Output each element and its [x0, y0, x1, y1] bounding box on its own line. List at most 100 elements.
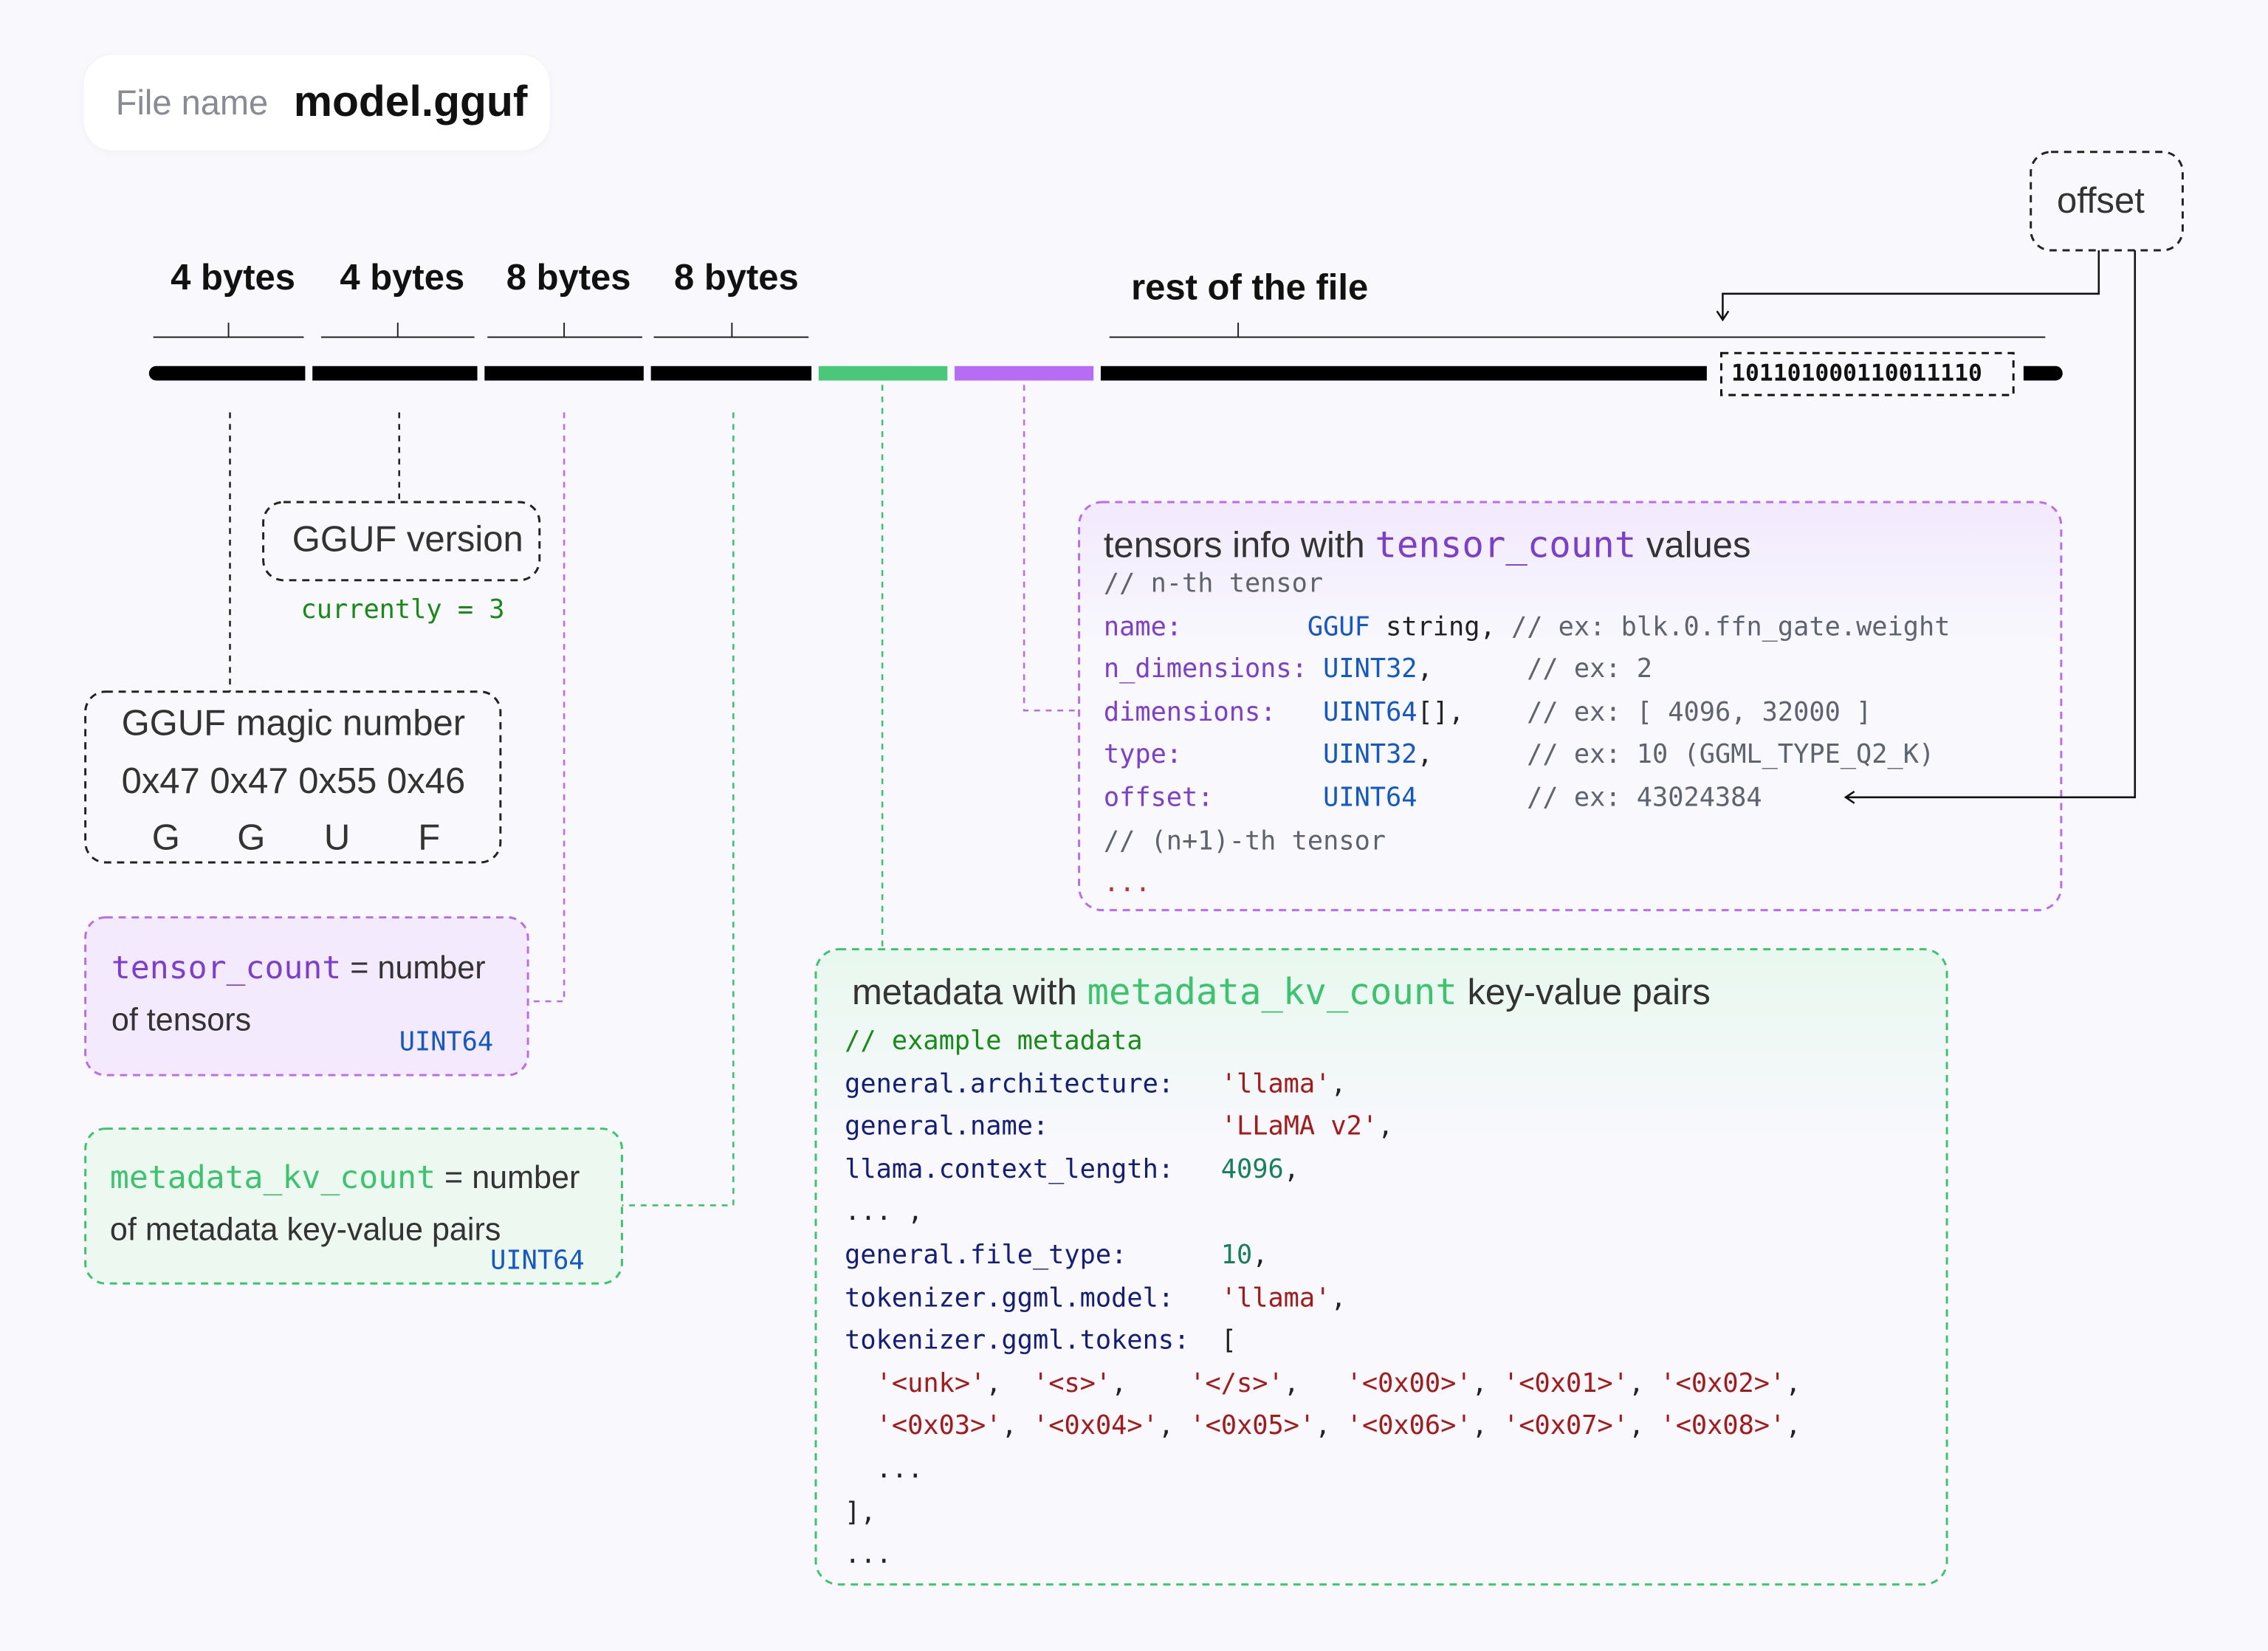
code-token: , [986, 1368, 1033, 1399]
code-token: // example metadata [845, 1026, 1143, 1057]
code-token: GGUF [1307, 611, 1370, 642]
code-token: type: [1103, 740, 1183, 771]
code-line: ... [845, 1449, 1801, 1492]
code-token: // ex: 43024384 [1527, 783, 1762, 814]
code-token: name: [1103, 611, 1183, 642]
code-token: // ex: 10 (GGML_TYPE_Q2_K) [1527, 740, 1935, 771]
code-token: ... [1103, 868, 1151, 899]
code-token: , [1158, 1411, 1190, 1442]
code-line: general.architecture: 'llama', [845, 1063, 1801, 1106]
code-token: '<0x04>' [1033, 1411, 1158, 1442]
tensor-count-eq: = number [350, 949, 486, 986]
magic-letter: U [323, 817, 351, 859]
code-token: '<s>' [1032, 1368, 1112, 1399]
code-token: , [1417, 654, 1528, 685]
tensors-info-title-post: values [1636, 525, 1751, 566]
kv-count-desc: metadata_kv_count = number [110, 1159, 580, 1197]
code-token: , [1283, 1368, 1347, 1399]
code-line: ], [845, 1492, 1801, 1534]
code-token: general.name: [845, 1111, 1049, 1142]
code-token: '<0x00>' [1346, 1368, 1472, 1399]
code-token: , [1785, 1411, 1801, 1442]
tensors-info-title-pre: tensors info with [1103, 525, 1375, 566]
file-name-label: File name [115, 83, 269, 123]
magic-bytes: 0x47 0x47 0x55 0x46 [121, 761, 466, 802]
code-line: '<unk>', '<s>', '</s>', '<0x00>', '<0x01… [845, 1363, 1801, 1406]
code-line: offset: UINT64 // ex: 43024384 [1104, 777, 1951, 820]
code-token: , [1471, 1368, 1504, 1399]
code-token: '<0x06>' [1346, 1411, 1472, 1442]
code-line: ... [1104, 862, 1951, 905]
tensor-count-type: UINT64 [399, 1027, 494, 1058]
code-token: offset: [1103, 783, 1214, 814]
magic-letter: G [237, 817, 266, 859]
kv-count-eq: = number [444, 1159, 580, 1195]
metadata-title: metadata with metadata_kv_count key-valu… [852, 971, 1711, 1015]
code-line: ... , [845, 1192, 1801, 1235]
code-token: 'LLaMA v2' [1220, 1111, 1378, 1142]
code-line: name: GGUF string, // ex: blk.0.ffn_gate… [1104, 605, 1951, 648]
code-token: , [1628, 1411, 1660, 1442]
code-line: n_dimensions: UINT32, // ex: 2 [1104, 648, 1951, 691]
tensor-count-key: tensor_count [111, 950, 342, 987]
segment-kv-count [650, 365, 812, 381]
byte-label-magic: 4 bytes [171, 257, 296, 298]
code-token: UINT64 [1323, 783, 1418, 814]
code-token: , [1330, 1068, 1347, 1099]
code-token: , [1628, 1368, 1660, 1399]
code-line: llama.context_length: 4096, [845, 1149, 1801, 1192]
kv-count-connector [622, 412, 735, 1206]
version-note: currently = 3 [300, 594, 505, 625]
code-token: general.file_type: [845, 1240, 1127, 1271]
file-name-value: model.gguf [293, 78, 528, 126]
tensors-info-title-key: tensor_count [1375, 524, 1637, 566]
code-token: , [1378, 1111, 1394, 1142]
magic-title: GGUF magic number [121, 703, 466, 744]
code-line: general.name: 'LLaMA v2', [845, 1106, 1801, 1149]
kv-count-type: UINT64 [490, 1246, 585, 1277]
code-token: tokenizer.ggml.model: [845, 1283, 1175, 1314]
code-token: 10 [1220, 1240, 1253, 1271]
metadata-title-pre: metadata with [851, 972, 1087, 1013]
code-token: UINT32 [1323, 654, 1418, 685]
code-line: '<0x03>', '<0x04>', '<0x05>', '<0x06>', … [845, 1406, 1801, 1449]
code-token: // ex: blk.0.ffn_gate.weight [1511, 611, 1951, 642]
offset-label: offset [2056, 180, 2145, 222]
code-token: '<unk>' [876, 1368, 986, 1399]
segment-metadata [818, 365, 948, 381]
code-token: 4096 [1220, 1154, 1284, 1185]
byte-brackets [153, 323, 2046, 338]
code-token: ], [845, 1497, 876, 1528]
code-token: // ex: [ 4096, 32000 ] [1527, 697, 1872, 728]
code-token: // n-th tensor [1103, 569, 1324, 600]
segment-tensors-info [955, 365, 1094, 381]
code-token: general.architecture: [845, 1068, 1175, 1099]
code-token: ... , [845, 1197, 924, 1228]
segment-rest [1100, 365, 1707, 381]
code-token: UINT64 [1323, 697, 1418, 728]
magic-letter: G [151, 817, 180, 859]
code-token: '</s>' [1189, 1368, 1284, 1399]
version-title: GGUF version [292, 519, 523, 560]
metadata-code: // example metadata general.architecture:… [845, 1020, 1801, 1577]
code-token: // (n+1)-th tensor [1103, 826, 1386, 857]
tensor-count-desc: tensor_count = number [111, 950, 486, 987]
magic-letter: F [418, 817, 441, 859]
byte-label-version: 4 bytes [340, 257, 465, 298]
tensors-info-title: tensors info with tensor_count values [1104, 524, 1751, 567]
segment-tensor-count [484, 365, 644, 381]
code-token: 'llama' [1220, 1068, 1331, 1099]
tensors-connector [1023, 385, 1079, 712]
offset-arrow-to-binary [1722, 250, 2100, 320]
code-line: // n-th tensor [1104, 563, 1951, 605]
code-line: // (n+1)-th tensor [1104, 820, 1951, 862]
code-token: , [1111, 1368, 1190, 1399]
